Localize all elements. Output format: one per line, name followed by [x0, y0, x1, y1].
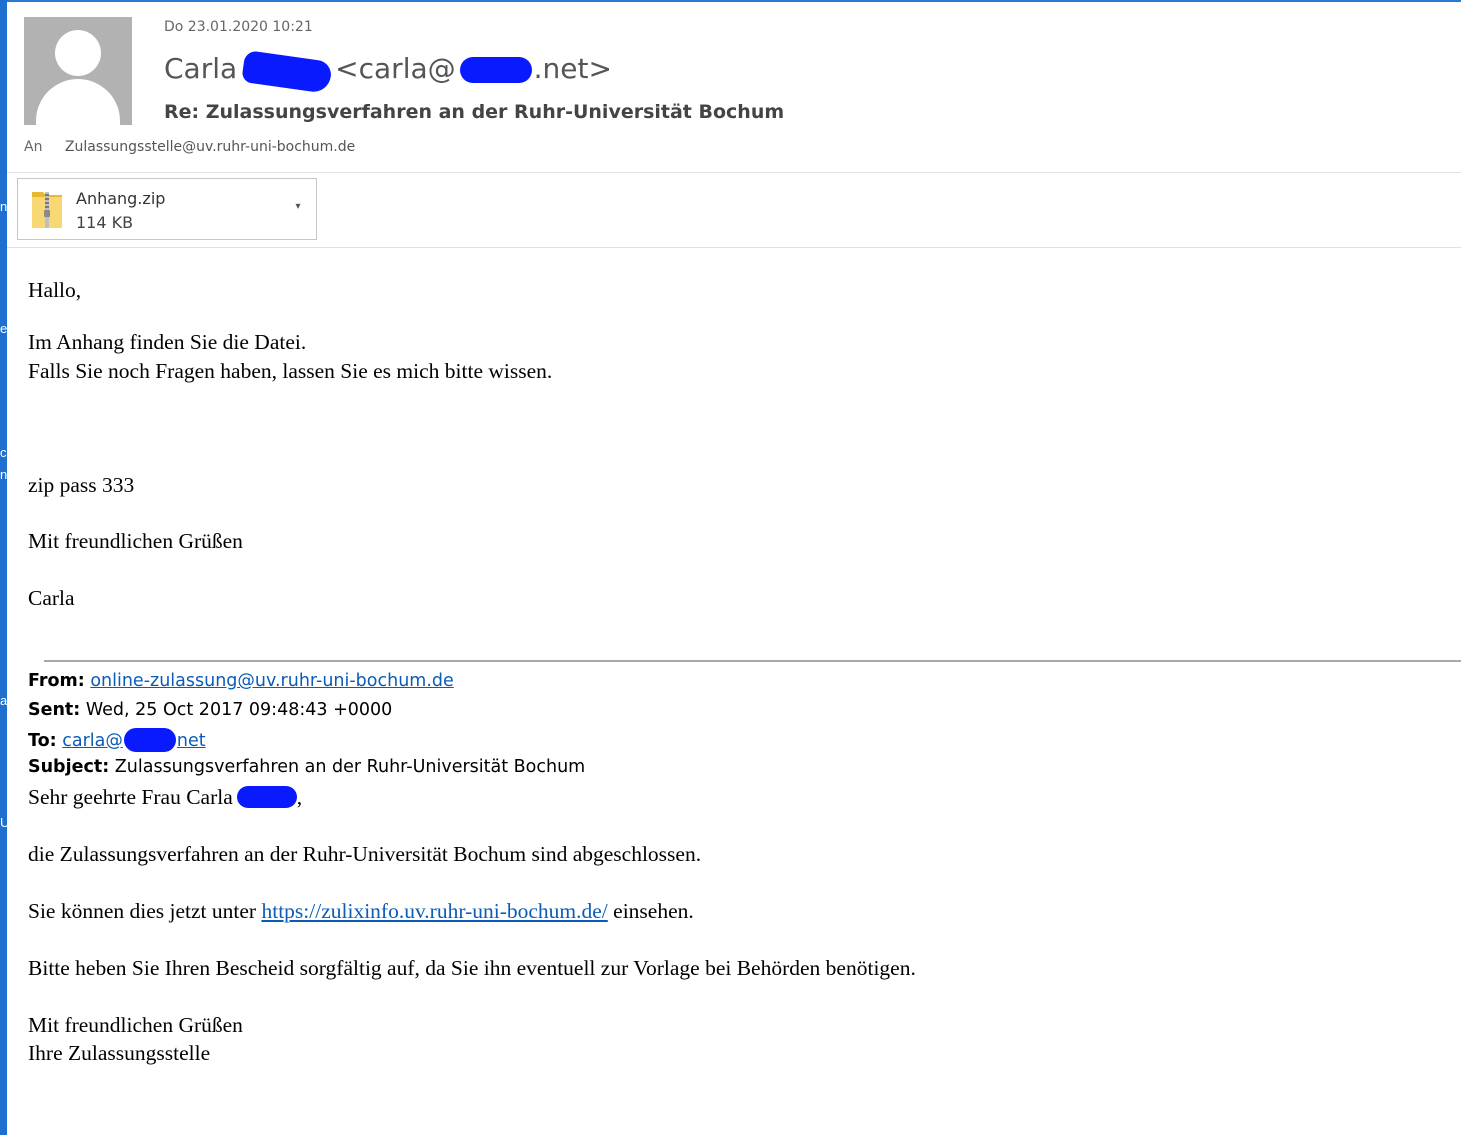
message-date: Do 23.01.2020 10:21: [164, 19, 313, 35]
quoted-to-label: To:: [28, 731, 57, 751]
quoted-sent-label: Sent:: [28, 700, 81, 720]
para-text: Sie können dies jetzt unter: [28, 899, 257, 923]
quoted-from-row: From: online-zulassung@uv.ruhr-uni-bochu…: [28, 671, 454, 691]
redaction-mark: [236, 786, 297, 808]
sender-email-prefix: <carla@: [335, 52, 456, 85]
body-line: Falls Sie noch Fragen haben, lassen Sie …: [28, 359, 553, 383]
quoted-paragraph-link-row: Sie können dies jetzt unter https://zuli…: [28, 899, 694, 924]
header-divider: [7, 172, 1461, 173]
reading-pane: Do 23.01.2020 10:21 Carla <carla@ .net> Re…: [7, 2, 1461, 1135]
quoted-signature: Ihre Zulassungsstelle: [28, 1041, 211, 1065]
sender-name[interactable]: Carla <carla@ .net>: [164, 50, 612, 94]
quoted-closing: Mit freundlichen Grüßen: [28, 1013, 243, 1037]
sender-avatar[interactable]: [24, 17, 132, 125]
quoted-subject-row: Subject: Zulassungsverfahren an der Ruhr…: [28, 757, 585, 777]
attachment-card[interactable]: Anhang.zip 114 KB ▾: [17, 178, 317, 240]
quoted-message-divider: [44, 660, 1461, 662]
attachment-name: Anhang.zip: [76, 189, 166, 208]
recipient-address[interactable]: Zulassungsstelle@uv.ruhr-uni-bochum.de: [65, 139, 355, 155]
body-signature: Carla: [28, 586, 75, 610]
message-subject: Re: Zulassungsverfahren an der Ruhr-Univ…: [164, 101, 785, 123]
body-closing: Mit freundlichen Grüßen: [28, 529, 243, 553]
quoted-paragraph: die Zulassungsverfahren an der Ruhr-Univ…: [28, 842, 702, 866]
chevron-down-icon[interactable]: ▾: [290, 199, 306, 215]
redaction-mark: [241, 50, 333, 94]
person-silhouette-body: [36, 79, 120, 125]
quoted-to-prefix: carla@: [62, 731, 123, 751]
quoted-paragraph: Bitte heben Sie Ihren Bescheid sorgfälti…: [28, 956, 916, 980]
quoted-to-link[interactable]: carla@ net: [62, 728, 206, 752]
recipient-row: An Zulassungsstelle@uv.ruhr-uni-bochum.d…: [24, 139, 355, 155]
zip-folder-icon: [32, 192, 62, 228]
quoted-subject-value: Zulassungsverfahren an der Ruhr-Universi…: [114, 757, 586, 777]
person-silhouette-icon: [55, 30, 101, 76]
background-window-edge: n e c n a U: [0, 0, 9, 1135]
body-greeting: Hallo,: [28, 278, 82, 302]
attachment-divider: [7, 247, 1461, 248]
quoted-to-suffix: net: [176, 731, 206, 751]
salutation-text: Sehr geehrte Frau Carla: [28, 785, 233, 809]
redaction-mark: [123, 728, 176, 752]
sender-first-name: Carla: [164, 52, 238, 85]
quoted-salutation: Sehr geehrte Frau Carla,: [28, 785, 302, 810]
cropped-glyph: c: [0, 445, 7, 460]
quoted-to-row: To: carla@ net: [28, 728, 206, 752]
body-line: Im Anhang finden Sie die Datei.: [28, 330, 307, 354]
quoted-from-label: From:: [28, 671, 85, 691]
quoted-from-link[interactable]: online-zulassung@uv.ruhr-uni-bochum.de: [90, 671, 453, 691]
body-zip-pass: zip pass 333: [28, 473, 135, 497]
to-label: An: [24, 139, 43, 155]
zulixinfo-link[interactable]: https://zulixinfo.uv.ruhr-uni-bochum.de/: [261, 899, 607, 923]
attachment-size: 114 KB: [76, 213, 134, 232]
quoted-subject-label: Subject:: [28, 757, 110, 777]
para-text: einsehen.: [613, 899, 694, 923]
quoted-sent-row: Sent: Wed, 25 Oct 2017 09:48:43 +0000: [28, 700, 392, 720]
redaction-mark: [459, 57, 532, 83]
quoted-sent-value: Wed, 25 Oct 2017 09:48:43 +0000: [85, 700, 393, 720]
salutation-end: ,: [296, 785, 303, 809]
sender-email-suffix: .net>: [533, 52, 612, 85]
